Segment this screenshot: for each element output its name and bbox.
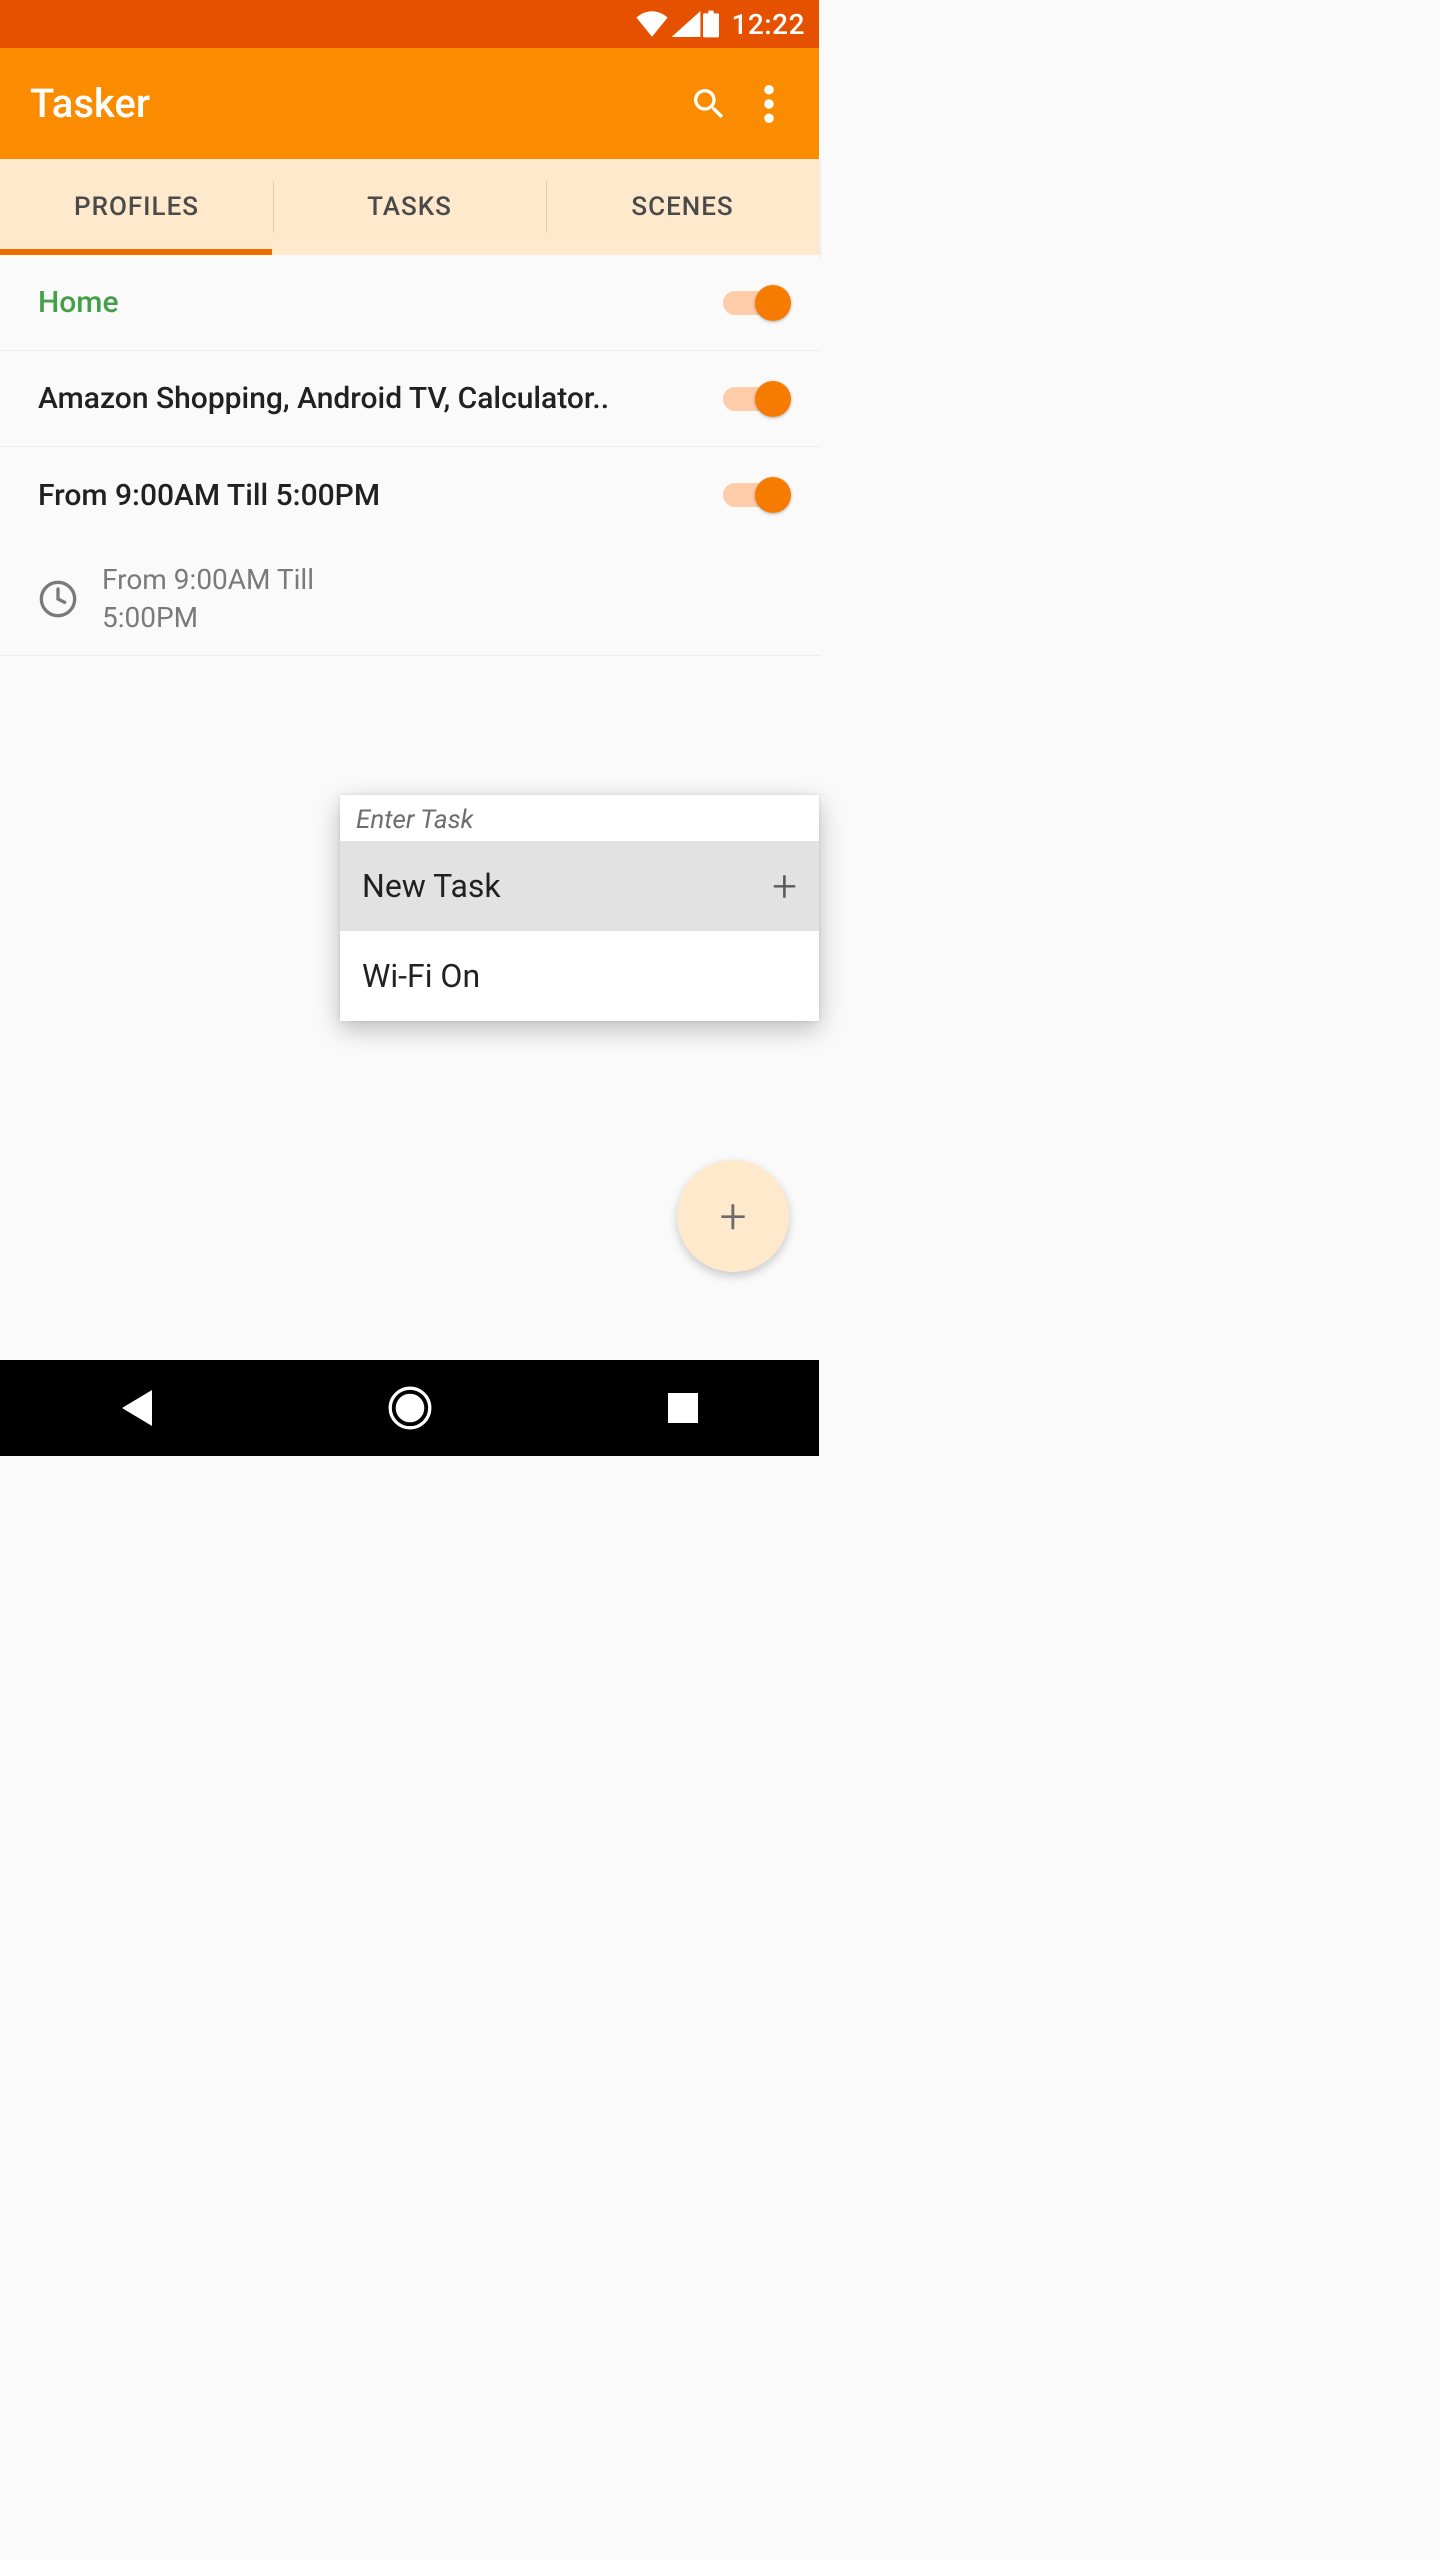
search-icon <box>689 84 729 124</box>
profile-label: Amazon Shopping, Android TV, Calculator.… <box>38 381 723 416</box>
status-bar: 12:22 <box>0 0 819 48</box>
status-time: 12:22 <box>731 8 805 41</box>
tab-tasks[interactable]: TASKS <box>273 159 546 255</box>
popup-item-label: New Task <box>362 867 501 905</box>
more-vert-icon <box>764 85 774 123</box>
fab-add[interactable]: + <box>677 1160 789 1272</box>
app-bar: Tasker <box>0 48 819 159</box>
profile-row-apps[interactable]: Amazon Shopping, Android TV, Calculator.… <box>0 351 819 447</box>
profile-detail-text: From 9:00AM Till 5:00PM <box>102 561 362 637</box>
screen: 12:22 Tasker PROFILES TASKS SCENES Home … <box>0 0 819 1456</box>
cellular-icon <box>671 11 701 37</box>
plus-icon: + <box>719 1188 746 1245</box>
wifi-icon <box>635 11 669 37</box>
battery-icon <box>703 10 719 38</box>
tab-label: PROFILES <box>74 192 199 222</box>
back-icon <box>120 1390 154 1426</box>
popup-item-label: Wi-Fi On <box>362 957 480 995</box>
profile-toggle[interactable] <box>723 477 789 513</box>
add-icon: + <box>772 864 797 908</box>
app-title: Tasker <box>30 80 679 127</box>
profile-list: Home Amazon Shopping, Android TV, Calcul… <box>0 255 819 1360</box>
tab-profiles[interactable]: PROFILES <box>0 159 273 255</box>
profile-toggle[interactable] <box>723 285 789 321</box>
nav-recent-button[interactable] <box>648 1373 718 1443</box>
toggle-thumb <box>755 381 791 417</box>
profile-label: From 9:00AM Till 5:00PM <box>38 478 723 513</box>
nav-back-button[interactable] <box>102 1373 172 1443</box>
home-icon <box>388 1386 432 1430</box>
profile-label: Home <box>38 285 723 320</box>
popup-item-new-task[interactable]: New Task + <box>340 841 819 931</box>
profile-detail-row[interactable]: From 9:00AM Till 5:00PM <box>0 543 819 656</box>
profile-toggle[interactable] <box>723 381 789 417</box>
search-button[interactable] <box>679 74 739 134</box>
profile-row-home[interactable]: Home <box>0 255 819 351</box>
recent-icon <box>668 1393 698 1423</box>
tab-label: TASKS <box>367 192 452 222</box>
tab-scenes[interactable]: SCENES <box>546 159 819 255</box>
overflow-menu-button[interactable] <box>739 74 799 134</box>
toggle-thumb <box>755 477 791 513</box>
enter-task-popup: Enter Task New Task + Wi-Fi On <box>340 795 819 1021</box>
popup-title: Enter Task <box>340 795 819 841</box>
tab-label: SCENES <box>631 192 733 222</box>
popup-item-wifi-on[interactable]: Wi-Fi On <box>340 931 819 1021</box>
nav-home-button[interactable] <box>375 1373 445 1443</box>
status-icons <box>635 10 719 38</box>
tab-bar: PROFILES TASKS SCENES <box>0 159 819 255</box>
nav-bar <box>0 1360 819 1456</box>
clock-icon <box>38 579 78 619</box>
toggle-thumb <box>755 285 791 321</box>
profile-row-time[interactable]: From 9:00AM Till 5:00PM <box>0 447 819 543</box>
